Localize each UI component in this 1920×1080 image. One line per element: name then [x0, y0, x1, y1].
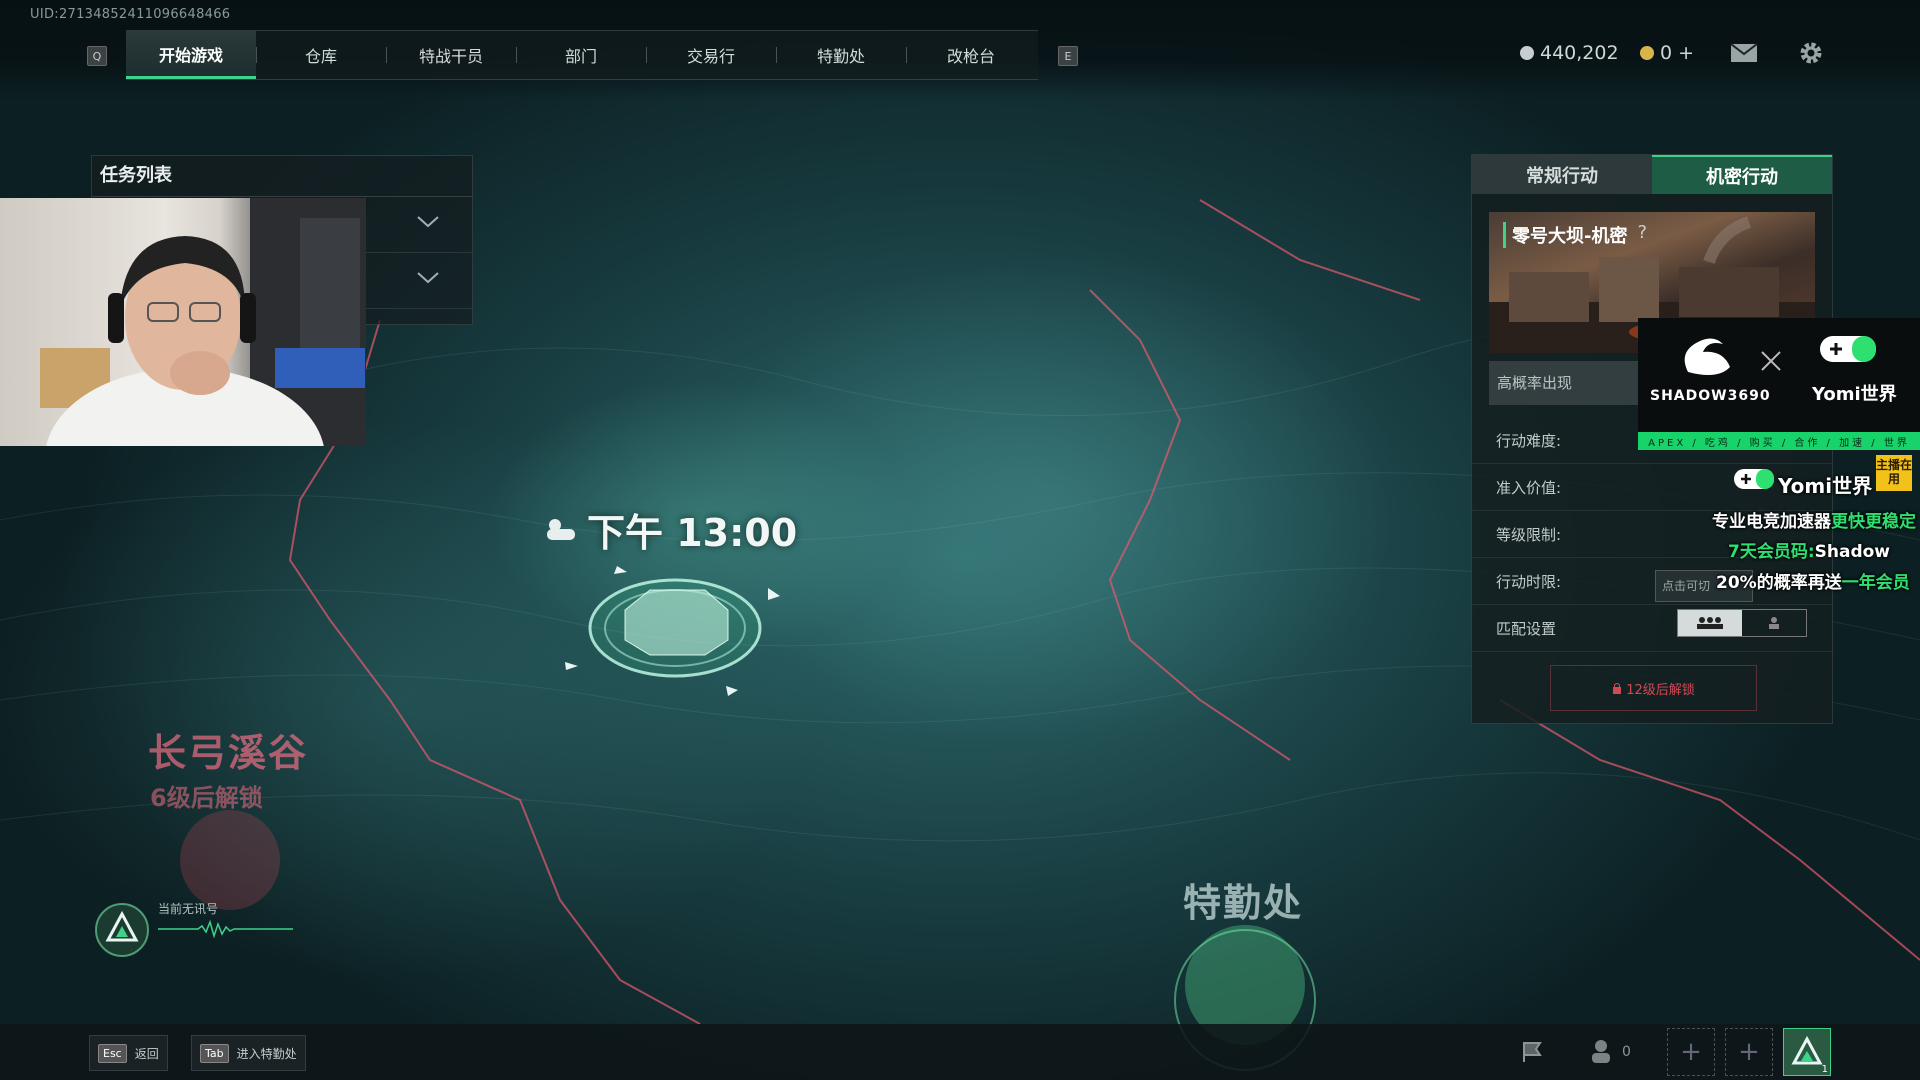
back-label: 返回	[134, 1046, 159, 1061]
locked-zone-name[interactable]: 长弓溪谷	[148, 722, 308, 777]
map-card-title: 零号大坝-机密 ?	[1503, 222, 1647, 248]
nav-next-key[interactable]: E	[1058, 46, 1078, 66]
target-marker	[565, 566, 780, 696]
silver-amount: 440,202	[1540, 42, 1619, 64]
add-teammate-slot[interactable]: +	[1725, 1028, 1773, 1076]
gold-currency[interactable]: 0 +	[1640, 42, 1694, 64]
unlock-requirement: 12级后解锁	[1626, 682, 1695, 698]
solo-icon	[1769, 617, 1779, 629]
ad-line-3: 20%的概率再送一年会员	[1716, 568, 1910, 593]
map-time: 下午 13:00	[545, 502, 797, 557]
ad-line-2b: Shadow	[1814, 542, 1891, 562]
ad-line-1: 专业电竞加速器更快更稳定	[1712, 507, 1916, 532]
nav-prev-key[interactable]: Q	[87, 46, 107, 66]
settings-gear-icon[interactable]	[1797, 40, 1825, 66]
ad-line-1a: 专业电竞加速器	[1712, 512, 1831, 532]
nav-department[interactable]: 部门	[516, 31, 646, 79]
yomi-logo-icon	[1734, 469, 1774, 489]
signal-status: 当前无讯号	[158, 902, 219, 916]
nav-operators[interactable]: 特战干员	[386, 31, 516, 79]
help-icon[interactable]: ?	[1637, 222, 1647, 248]
difficulty-label: 行动难度:	[1496, 432, 1562, 450]
match-settings-label: 匹配设置	[1496, 620, 1557, 638]
gold-amount[interactable]: 0 +	[1660, 42, 1694, 64]
lock-icon	[1613, 683, 1622, 694]
special-service-map-label[interactable]: 特勤处	[1183, 872, 1303, 927]
gold-coin-icon	[1640, 46, 1654, 60]
ad-line-2a: 7天会员码:	[1728, 542, 1815, 562]
tab-key: Tab	[200, 1043, 229, 1063]
uid-text: UID:271348524110966484​66	[30, 7, 231, 22]
squad-mode-option[interactable]	[1678, 610, 1742, 636]
chevron-down-icon[interactable]	[416, 215, 440, 229]
yomi-logo-text: Yomi世界	[1778, 474, 1873, 498]
back-hint[interactable]: Esc 返回	[89, 1035, 168, 1071]
locked-zone-requirement: 6级后解锁	[150, 784, 263, 812]
level-limit-label: 等级限制:	[1496, 526, 1562, 544]
ad-line-1b: 更快更稳定	[1831, 512, 1916, 532]
ad-line-3b: 一年会员	[1841, 573, 1910, 593]
tab-secret-ops[interactable]: 机密行动	[1652, 155, 1832, 194]
cloud-weather-icon	[547, 518, 575, 540]
nav-start-game[interactable]: 开始游戏	[126, 31, 256, 79]
sponsor-tagline: APEX / 吃鸡 / 购买 / 合作 / 加速 / 世界	[1638, 432, 1920, 450]
ops-tabs: 常规行动 机密行动	[1472, 155, 1832, 194]
mission-list-title: 任务列表	[92, 156, 472, 197]
time-limit-label: 行动时限:	[1496, 573, 1562, 591]
squad-icon	[1697, 617, 1723, 629]
shadow-brand: SHADOW3690	[1650, 388, 1771, 404]
team-icon[interactable]	[1590, 1038, 1616, 1064]
flag-icon[interactable]	[1520, 1040, 1546, 1064]
nav-gunsmith[interactable]: 改枪台	[906, 31, 1036, 79]
nav-special-service[interactable]: 特勤处	[776, 31, 906, 79]
chevron-down-icon[interactable]	[416, 271, 440, 285]
player-level: 1	[1821, 1064, 1828, 1075]
silver-coin-icon	[1520, 46, 1534, 60]
shadow-logo-icon	[1684, 338, 1730, 376]
add-teammate-slot[interactable]: +	[1667, 1028, 1715, 1076]
esc-key: Esc	[98, 1043, 127, 1063]
cross-icon	[1761, 351, 1781, 371]
streamer-webcam	[0, 198, 366, 446]
radio-signal-icon[interactable]	[94, 902, 150, 958]
high-probability-label: 高概率出现	[1489, 361, 1647, 405]
yomi-brand: Yomi世界	[1812, 384, 1897, 405]
entry-value-label: 准入价值:	[1496, 479, 1562, 497]
map-card-name: 零号大坝-机密	[1512, 226, 1628, 247]
enter-special-service-hint[interactable]: Tab 进入特勤处	[191, 1035, 306, 1071]
tab-regular-ops[interactable]: 常规行动	[1472, 155, 1652, 194]
map-time-text: 下午 13:00	[587, 511, 798, 555]
main-nav: 开始游戏 仓库 特战干员 部门 交易行 特勤处 改枪台	[126, 30, 1038, 80]
player-avatar[interactable]: 1	[1783, 1028, 1831, 1076]
signal-waveform-icon	[158, 919, 293, 939]
team-count: 0	[1622, 1044, 1631, 1060]
nav-trading[interactable]: 交易行	[646, 31, 776, 79]
webcam-person-image	[40, 198, 366, 446]
locked-start-button[interactable]: 12级后解锁	[1550, 665, 1757, 711]
solo-mode-option[interactable]	[1742, 610, 1806, 636]
ad-line-2: 7天会员码:Shadow	[1728, 537, 1890, 562]
match-mode-toggle[interactable]	[1677, 609, 1807, 637]
streamer-badge: 主播在用	[1876, 455, 1912, 491]
sponsor-banner: SHADOW3690 Yomi世界 APEX / 吃鸡 / 购买 / 合作 / …	[1638, 318, 1920, 450]
silver-currency: 440,202	[1520, 42, 1619, 64]
enter-special-service-label: 进入特勤处	[236, 1046, 297, 1061]
mail-icon[interactable]	[1730, 40, 1758, 66]
ad-line-3a: 20%的概率再送	[1716, 573, 1842, 593]
nav-warehouse[interactable]: 仓库	[256, 31, 386, 79]
gamepad-logo-icon	[1820, 336, 1876, 362]
